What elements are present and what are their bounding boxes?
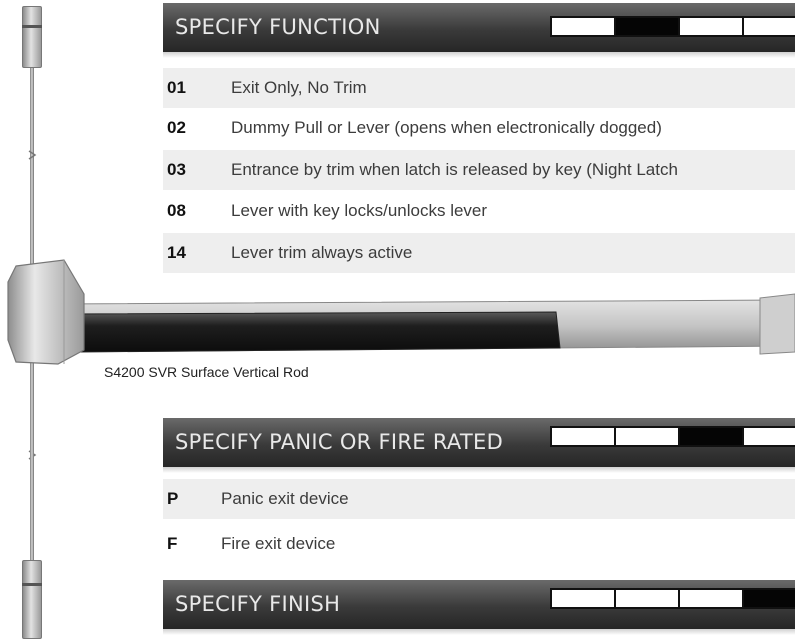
function-option-02: 02 Dummy Pull or Lever (opens when elect… bbox=[163, 108, 795, 148]
code-box bbox=[616, 590, 680, 607]
bottom-latch bbox=[22, 560, 42, 639]
option-description: Dummy Pull or Lever (opens when electron… bbox=[231, 118, 662, 137]
function-option-14: 14 Lever trim always active bbox=[163, 233, 795, 273]
code-box bbox=[680, 18, 744, 35]
top-latch bbox=[22, 6, 42, 68]
option-code: 08 bbox=[167, 201, 186, 220]
code-box bbox=[744, 428, 795, 445]
option-code: P bbox=[167, 489, 179, 508]
option-description: Entrance by trim when latch is released … bbox=[231, 160, 678, 179]
code-box bbox=[552, 590, 616, 607]
finish-header-shadow bbox=[163, 629, 795, 635]
option-description: Exit Only, No Trim bbox=[231, 78, 367, 97]
code-box bbox=[616, 428, 680, 445]
option-code: 02 bbox=[167, 118, 186, 137]
option-code: 14 bbox=[167, 243, 186, 262]
code-box-active bbox=[616, 18, 680, 35]
function-header-shadow bbox=[163, 52, 795, 58]
option-code: F bbox=[167, 534, 178, 553]
panic-fire-option-p: P Panic exit device bbox=[163, 479, 795, 519]
option-description: Fire exit device bbox=[221, 534, 336, 553]
code-box bbox=[552, 428, 616, 445]
code-box bbox=[744, 18, 795, 35]
finish-title: SPECIFY FINISH bbox=[175, 592, 341, 616]
code-box-active bbox=[680, 428, 744, 445]
function-option-03: 03 Entrance by trim when latch is releas… bbox=[163, 150, 795, 190]
function-option-08: 08 Lever with key locks/unlocks lever bbox=[163, 191, 795, 231]
panic-fire-code-boxes bbox=[550, 426, 795, 447]
code-box bbox=[680, 590, 744, 607]
function-option-01: 01 Exit Only, No Trim bbox=[163, 68, 795, 108]
function-title: SPECIFY FUNCTION bbox=[175, 15, 381, 39]
code-box-active bbox=[744, 590, 795, 607]
panic-fire-header-shadow bbox=[163, 467, 795, 473]
bottom-rod bbox=[30, 366, 34, 560]
device-caption: S4200 SVR Surface Vertical Rod bbox=[104, 364, 309, 380]
code-box bbox=[552, 18, 616, 35]
finish-code-boxes bbox=[550, 588, 795, 609]
panic-fire-title: SPECIFY PANIC OR FIRE RATED bbox=[175, 430, 504, 454]
function-code-boxes bbox=[550, 16, 795, 37]
option-description: Panic exit device bbox=[221, 489, 349, 508]
option-code: 03 bbox=[167, 160, 186, 179]
option-code: 01 bbox=[167, 78, 186, 97]
panic-fire-option-f: F Fire exit device bbox=[163, 524, 795, 564]
rod-joint-mid bbox=[27, 148, 37, 160]
option-description: Lever with key locks/unlocks lever bbox=[231, 201, 488, 220]
option-description: Lever trim always active bbox=[231, 243, 413, 262]
